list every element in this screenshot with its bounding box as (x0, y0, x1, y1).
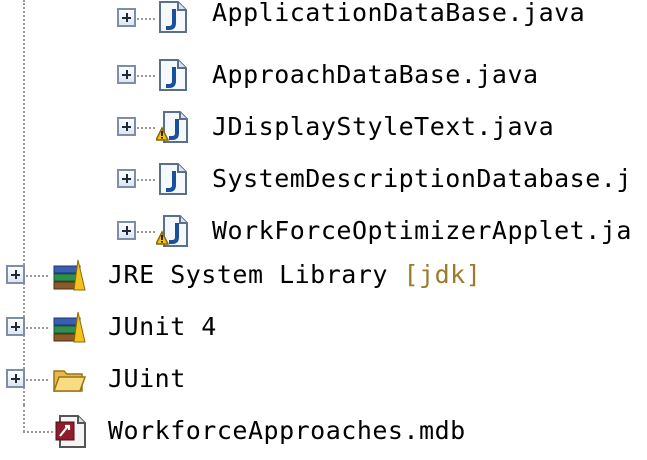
java-file-icon (156, 58, 190, 92)
file-label: WorkforceApproaches.mdb (108, 416, 466, 445)
tree-guide-branch (137, 18, 155, 20)
java-file-label: JDisplayStyleText.java (212, 112, 555, 141)
library-icon (52, 258, 86, 292)
expand-icon[interactable] (117, 169, 136, 188)
folder-label: JUint (108, 364, 186, 393)
library-label: JRE System Library [jdk] (108, 258, 481, 292)
tree-item-java-file[interactable]: JDisplayStyleText.java (0, 104, 647, 156)
tree-guide-branch (26, 327, 48, 329)
tree-item-java-file[interactable]: SystemDescriptionDatabase.j (0, 156, 647, 208)
expand-icon[interactable] (6, 265, 25, 284)
tree-item-folder[interactable]: JUint (0, 356, 647, 408)
expand-icon[interactable] (117, 65, 136, 84)
tree-guide-branch (137, 75, 155, 77)
tree-item-jre-library[interactable]: JRE System Library [jdk] (0, 252, 647, 304)
folder-icon (52, 362, 86, 396)
java-file-label: SystemDescriptionDatabase.j (212, 164, 632, 193)
java-file-icon (156, 162, 190, 196)
tree-item-file[interactable]: WorkforceApproaches.mdb (0, 408, 647, 460)
library-name: JRE System Library (108, 260, 388, 289)
expand-icon[interactable] (117, 117, 136, 136)
java-file-icon (156, 110, 190, 144)
tree-item-java-file[interactable]: ApproachDataBase.java (0, 52, 647, 104)
tree-item-junit-library[interactable]: JUnit 4 (0, 304, 647, 356)
tree-guide-branch (137, 127, 155, 129)
java-file-label: ApplicationDataBase.java (212, 0, 586, 27)
tree-guide-branch (137, 179, 155, 181)
tree-item-java-file[interactable]: ApplicationDataBase.java (0, 0, 647, 52)
library-decoration: [jdk] (403, 260, 482, 289)
java-file-icon (156, 214, 190, 248)
java-file-label: ApproachDataBase.java (212, 60, 539, 89)
library-icon (52, 310, 86, 344)
tree-guide-branch (137, 231, 155, 233)
java-file-icon (156, 0, 190, 34)
mdb-file-icon (54, 414, 88, 448)
expand-icon[interactable] (117, 221, 136, 240)
tree-guide-branch (26, 379, 48, 381)
library-label: JUnit 4 (108, 312, 217, 341)
package-explorer-tree: ApplicationDataBase.java ApproachDataBas… (0, 0, 647, 451)
tree-guide-branch (26, 275, 48, 277)
expand-icon[interactable] (6, 317, 25, 336)
expand-icon[interactable] (6, 369, 25, 388)
java-file-label: WorkForceOptimizerApplet.ja (212, 216, 632, 245)
expand-icon[interactable] (117, 8, 136, 27)
